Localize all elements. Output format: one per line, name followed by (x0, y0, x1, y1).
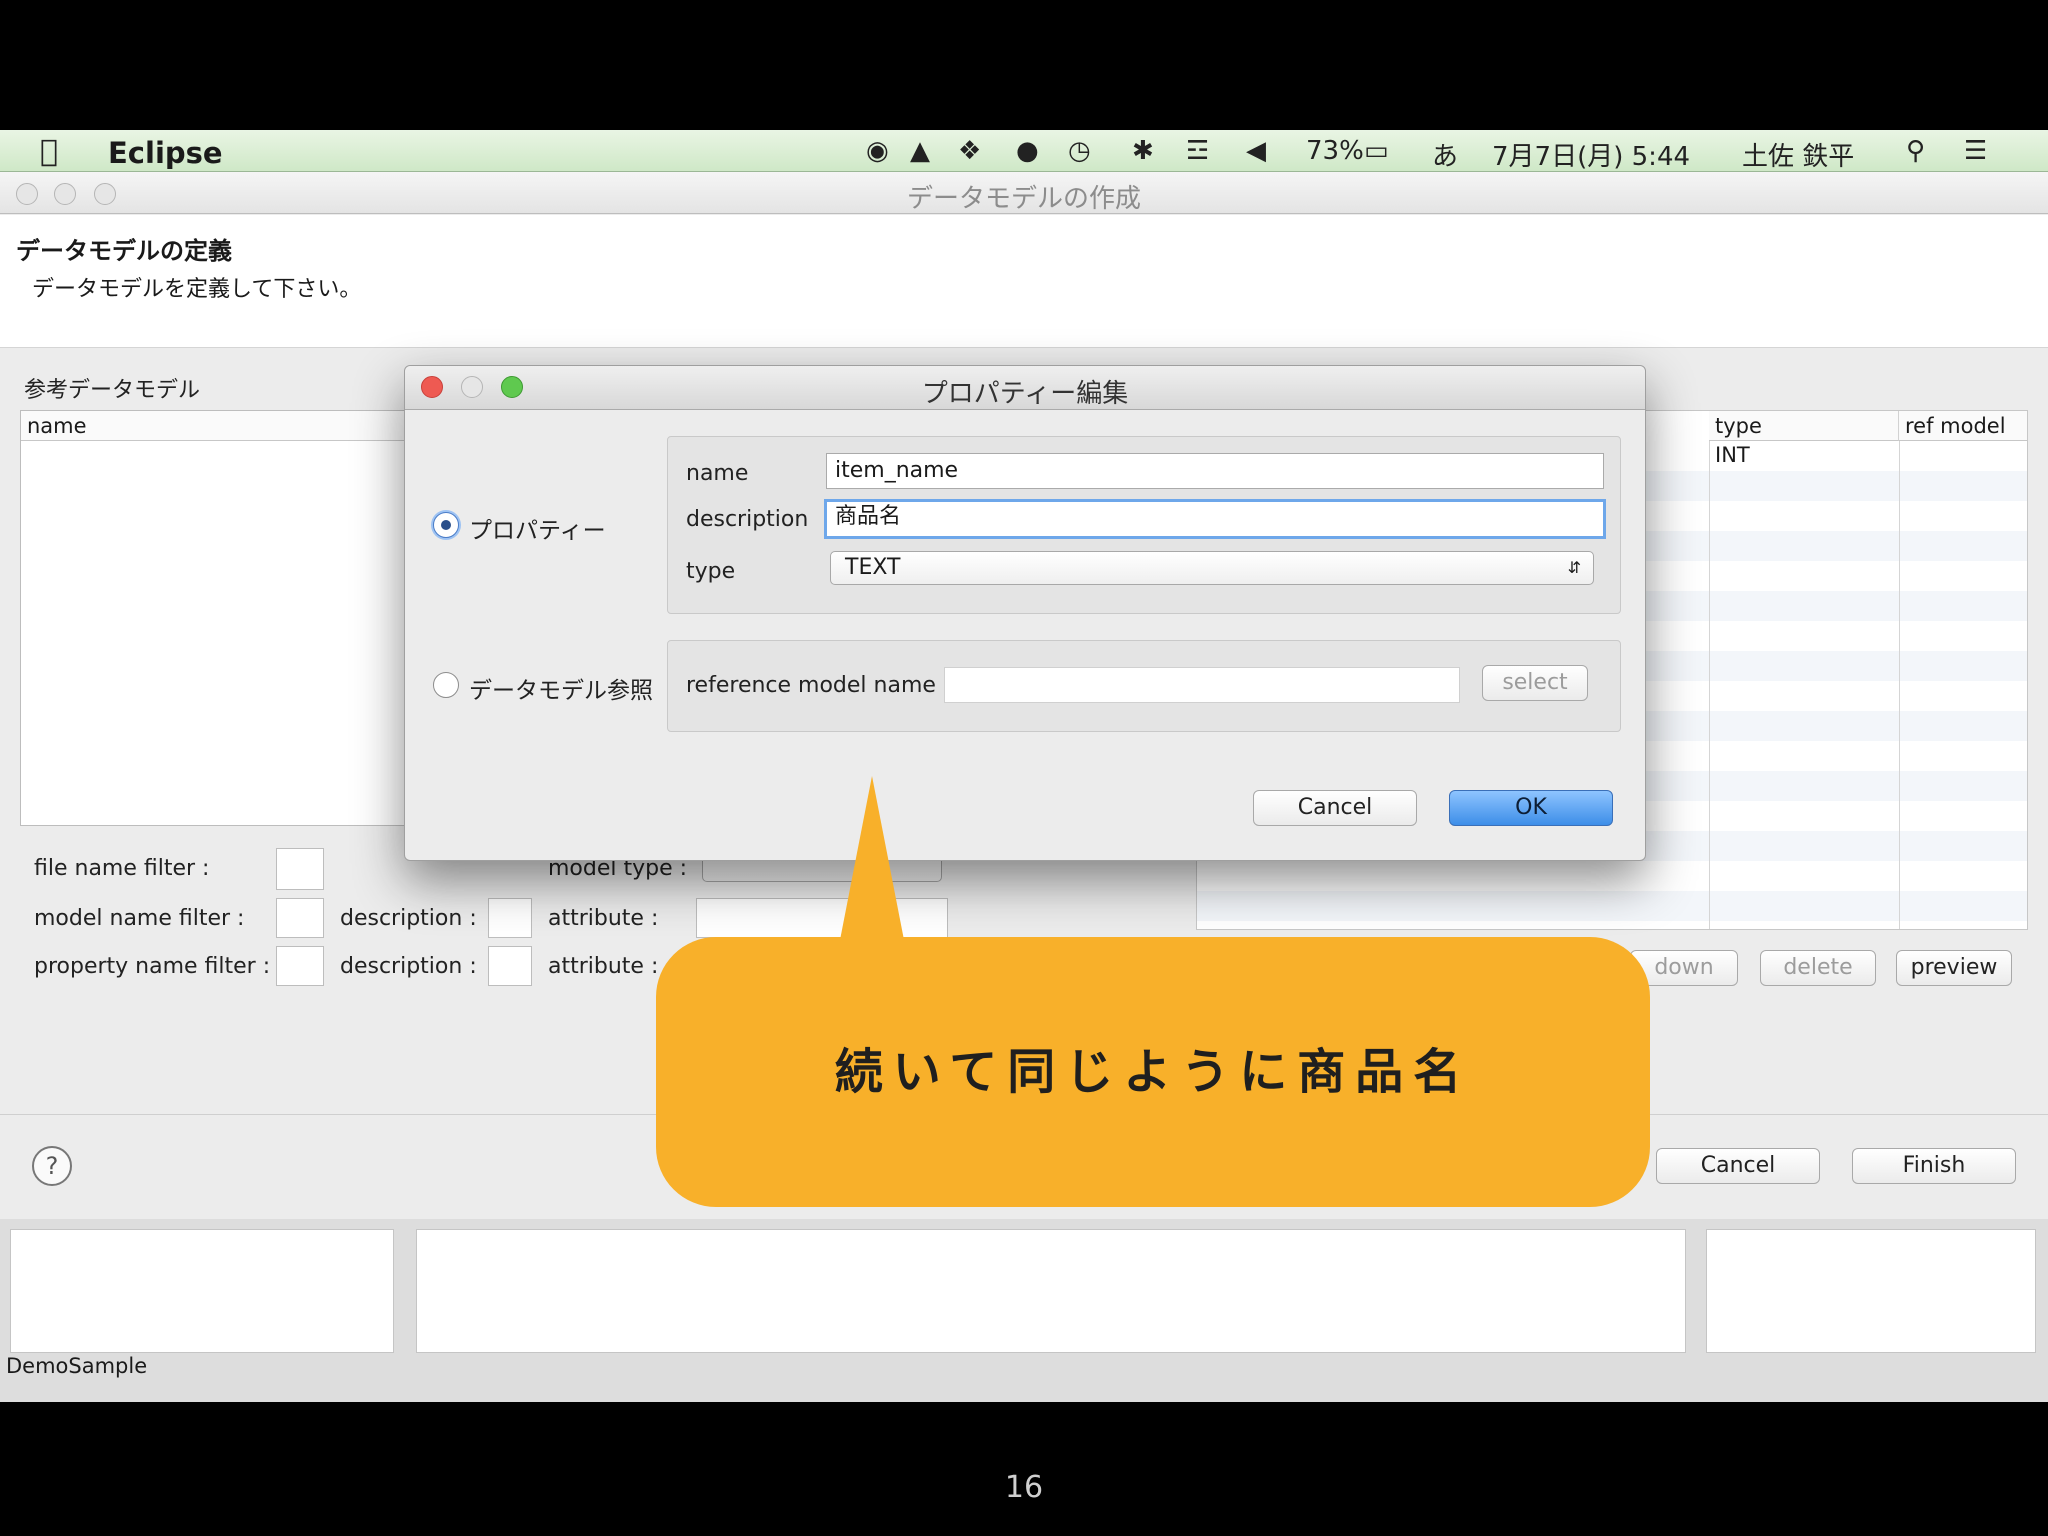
clock[interactable]: 7月7日(月) 5:44 (1492, 136, 1690, 173)
property-name-filter-input[interactable] (276, 946, 324, 986)
reference-section-label: 参考データモデル (24, 378, 201, 403)
delete-button[interactable]: delete (1760, 950, 1876, 986)
description-label-2: description : (340, 954, 477, 979)
property-group: name item_name description 商品名 type TEXT… (667, 436, 1621, 614)
finish-button[interactable]: Finish (1852, 1148, 2016, 1184)
workspace-panes (0, 1219, 2048, 1402)
app-name[interactable]: Eclipse (108, 136, 223, 170)
spotlight-icon[interactable]: ⚲ (1906, 136, 1925, 166)
type-select-value: TEXT (845, 555, 901, 580)
table-header-name[interactable]: name (21, 411, 419, 441)
preview-button[interactable]: preview (1896, 950, 2012, 986)
menubar:  Eclipse ◉ ▲ ❖ ● ◷ ✱ ☲ ◀ 73% ▭ あ 7月7日(月… (0, 130, 2048, 172)
reference-radio[interactable] (433, 672, 459, 698)
status-bar-text: DemoSample (6, 1354, 148, 1378)
reference-model-name-label: reference model name (686, 673, 936, 698)
page-title: データモデルの定義 (16, 237, 232, 265)
slide-number: 16 (1004, 1470, 1044, 1505)
file-name-filter-input[interactable] (276, 848, 324, 890)
page-description: データモデルを定義して下さい。 (32, 277, 362, 302)
description-input[interactable]: 商品名 (824, 499, 1606, 539)
reference-model-table[interactable]: name (20, 410, 420, 826)
window-titlebar: データモデルの作成 (0, 172, 2048, 214)
notification-icon[interactable]: ● (1016, 136, 1039, 166)
model-name-filter-input[interactable] (276, 898, 324, 938)
window-title: データモデルの作成 (906, 184, 1141, 214)
table-header-type[interactable]: type (1709, 411, 1899, 441)
select-button[interactable]: select (1482, 665, 1588, 701)
dialog-title: プロパティー編集 (921, 379, 1129, 409)
attribute-label-1: attribute : (548, 906, 659, 931)
file-name-filter-label: file name filter : (34, 856, 210, 881)
name-input[interactable]: item_name (826, 453, 1604, 489)
attribute-input-1[interactable] (696, 898, 948, 938)
description-label: description (686, 507, 809, 532)
wizard-banner: データモデルの定義 データモデルを定義して下さい。 (0, 215, 2048, 348)
help-icon[interactable]: ? (32, 1146, 72, 1186)
property-radio-label[interactable]: プロパティー (469, 511, 606, 545)
pane-left[interactable] (10, 1229, 394, 1353)
input-method-icon[interactable]: あ (1432, 136, 1458, 173)
battery-icon[interactable]: ▭ (1364, 136, 1389, 166)
attribute-label-2: attribute : (548, 954, 659, 979)
callout-text: 続いて同じように商品名 (834, 1044, 1472, 1100)
battery-percent[interactable]: 73% (1306, 136, 1364, 166)
cell-type: INT (1715, 443, 1750, 467)
wifi-icon[interactable]: ☲ (1186, 136, 1209, 166)
name-label: name (686, 461, 749, 486)
model-name-filter-label: model name filter : (34, 906, 245, 931)
time-machine-icon[interactable]: ◷ (1068, 136, 1091, 166)
property-name-filter-label: property name filter : (34, 954, 271, 979)
cancel-button[interactable]: Cancel (1656, 1148, 1820, 1184)
description-input-1[interactable] (488, 898, 532, 938)
description-input-2[interactable] (488, 946, 532, 986)
reference-group: reference model name select (667, 640, 1621, 732)
table-header-ref-model[interactable]: ref model (1899, 411, 2027, 441)
reference-radio-label[interactable]: データモデル参照 (469, 671, 653, 705)
notification-center-icon[interactable]: ☰ (1964, 136, 1987, 166)
dropbox-icon[interactable]: ❖ (958, 136, 981, 166)
description-label-1: description : (340, 906, 477, 931)
select-arrows-icon: ⇵ (1567, 558, 1581, 577)
drive-icon[interactable]: ▲ (910, 136, 930, 166)
reference-model-name-input[interactable] (944, 667, 1460, 703)
callout-pointer (840, 776, 904, 940)
type-select[interactable]: TEXT ⇵ (830, 551, 1594, 585)
volume-icon[interactable]: ◀ (1246, 136, 1266, 166)
ok-button[interactable]: OK (1449, 790, 1613, 826)
evernote-icon[interactable]: ◉ (866, 136, 889, 166)
annotation-callout: 続いて同じように商品名 (656, 937, 1650, 1207)
user-name[interactable]: 土佐 鉄平 (1742, 136, 1854, 173)
pane-center[interactable] (416, 1229, 1686, 1353)
property-edit-dialog: プロパティー編集 プロパティー name item_name descripti… (404, 365, 1646, 861)
apple-icon[interactable]:  (40, 134, 58, 169)
type-label: type (686, 559, 736, 584)
pane-right[interactable] (1706, 1229, 2036, 1353)
dialog-cancel-button[interactable]: Cancel (1253, 790, 1417, 826)
bluetooth-icon[interactable]: ✱ (1132, 136, 1154, 166)
property-radio[interactable] (433, 512, 459, 538)
dialog-titlebar: プロパティー編集 (405, 366, 1645, 410)
